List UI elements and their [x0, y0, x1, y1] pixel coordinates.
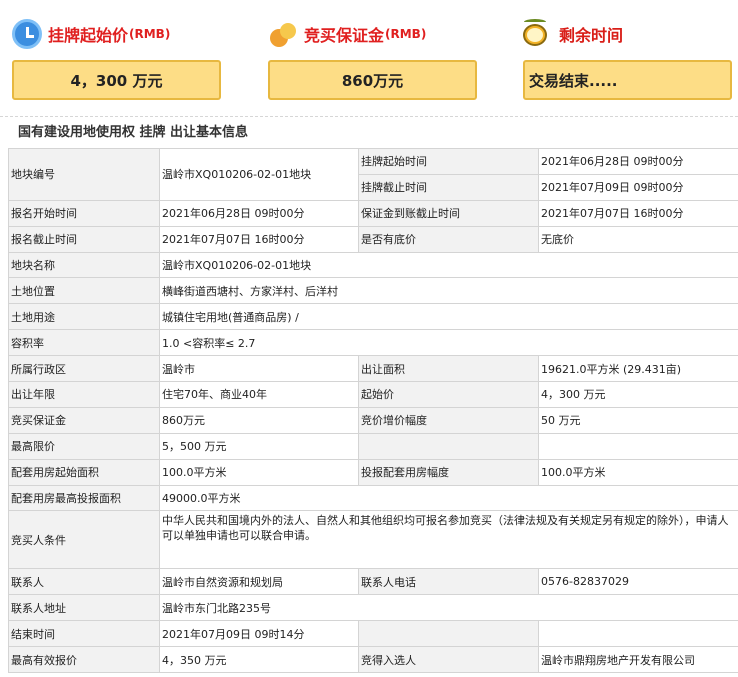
table-row: 容积率 1.0 <容积率≤ 2.7	[8, 329, 738, 357]
table-key: 投报配套用房幅度	[358, 458, 539, 486]
table-value: 温岭市自然资源和规划局	[159, 568, 359, 596]
table-key: 土地位置	[8, 277, 160, 305]
table-value: 温岭市东门北路235号	[159, 594, 738, 622]
table-key: 出让年限	[8, 381, 160, 408]
table-value: 0576-82837029	[538, 568, 738, 596]
table-value: 横峰街道西塘村、方家洋村、后洋村	[159, 277, 738, 305]
table-row: 报名截止时间 2021年07月07日 16时00分 是否有底价 无底价	[8, 225, 738, 253]
table-key: 联系人电话	[358, 568, 539, 596]
table-value: 温岭市XQ010206-02-01地块	[159, 148, 359, 201]
table-row: 出让年限 住宅70年、商业40年 起始价 4，300 万元	[8, 381, 738, 408]
table-key: 结束时间	[8, 620, 160, 648]
table-value: 100.0平方米	[159, 458, 359, 486]
table-key: 土地用途	[8, 303, 160, 331]
alarm-clock-icon	[523, 19, 553, 49]
info-table: 地块编号 温岭市XQ010206-02-01地块 挂牌起始时间 2021年06月…	[8, 148, 738, 674]
table-row: 地块名称 温岭市XQ010206-02-01地块	[8, 251, 738, 279]
remaining-time-value: 交易结束.....	[523, 60, 732, 100]
table-row: 竞买人条件 中华人民共和国境内外的法人、自然人和其他组织均可报名参加竞买（法律法…	[8, 510, 738, 570]
table-row: 竞买保证金 860万元 竞价增价幅度 50 万元	[8, 406, 738, 434]
table-key: 地块名称	[8, 251, 160, 279]
table-value: 2021年06月28日 09时00分	[159, 199, 359, 227]
table-value-empty	[538, 432, 738, 460]
table-value: 4，300 万元	[538, 381, 738, 408]
deposit-label: 竞买保证金	[304, 26, 385, 45]
clock-icon	[12, 19, 42, 49]
table-row: 结束时间 2021年07月09日 09时14分	[8, 620, 738, 648]
table-key-empty	[358, 620, 539, 648]
table-value: 城镇住宅用地(普通商品房) /	[159, 303, 738, 331]
table-row: 所属行政区 温岭市 出让面积 19621.0平方米 (29.431亩)	[8, 355, 738, 383]
table-row: 联系人 温岭市自然资源和规划局 联系人电话 0576-82837029	[8, 568, 738, 596]
table-key: 竞买保证金	[8, 406, 160, 434]
table-key: 挂牌截止时间	[358, 173, 539, 201]
table-value: 4，350 万元	[159, 646, 359, 674]
table-key: 竞得入选人	[358, 646, 539, 674]
table-value: 2021年07月09日 09时00分	[538, 173, 738, 201]
table-key: 起始价	[358, 381, 539, 408]
table-key: 最高限价	[8, 432, 160, 460]
table-key: 联系人	[8, 568, 160, 596]
start-price-value: 4，300 万元	[12, 60, 221, 100]
remaining-time-label: 剩余时间	[559, 26, 624, 45]
table-key: 保证金到账截止时间	[358, 199, 539, 227]
table-row: 联系人地址 温岭市东门北路235号	[8, 594, 738, 622]
handshake-icon	[268, 19, 298, 49]
table-value: 2021年06月28日 09时00分	[538, 148, 738, 175]
section-title: 国有建设用地使用权 挂牌 出让基本信息	[0, 116, 738, 142]
table-value: 温岭市	[159, 355, 359, 383]
table-key: 地块编号	[8, 148, 160, 201]
table-row: 配套用房最高投报面积 49000.0平方米	[8, 484, 738, 512]
table-value: 2021年07月09日 09时14分	[159, 620, 359, 648]
deposit-unit: (RMB)	[385, 27, 427, 41]
table-value: 100.0平方米	[538, 458, 738, 486]
table-row: 最高有效报价 4，350 万元 竞得入选人 温岭市鼎翔房地产开发有限公司	[8, 646, 738, 674]
table-key: 挂牌起始时间	[358, 148, 539, 175]
table-value: 19621.0平方米 (29.431亩)	[538, 355, 738, 383]
table-key: 报名开始时间	[8, 199, 160, 227]
summary-panel: 挂牌起始价 (RMB) 4，300 万元 竞买保证金 (RMB) 860万元 剩…	[0, 0, 738, 104]
table-value: 1.0 <容积率≤ 2.7	[159, 329, 738, 357]
deposit-header: 竞买保证金 (RMB)	[268, 17, 426, 51]
remaining-time-header: 剩余时间	[523, 17, 623, 51]
table-value: 50 万元	[538, 406, 738, 434]
table-key: 所属行政区	[8, 355, 160, 383]
table-key: 配套用房起始面积	[8, 458, 160, 486]
table-key: 出让面积	[358, 355, 539, 383]
table-row: 地块编号 温岭市XQ010206-02-01地块 挂牌起始时间 2021年06月…	[8, 148, 738, 201]
start-price-label: 挂牌起始价	[48, 26, 129, 45]
table-key: 竞价增价幅度	[358, 406, 539, 434]
table-value: 中华人民共和国境内外的法人、自然人和其他组织均可报名参加竞买（法律法规及有关规定…	[159, 510, 738, 570]
table-value-empty	[538, 620, 738, 648]
table-key: 容积率	[8, 329, 160, 357]
table-value: 无底价	[538, 225, 738, 253]
table-row: 报名开始时间 2021年06月28日 09时00分 保证金到账截止时间 2021…	[8, 199, 738, 227]
table-value: 860万元	[159, 406, 359, 434]
table-key: 竞买人条件	[8, 510, 160, 570]
table-value: 住宅70年、商业40年	[159, 381, 359, 408]
table-value: 49000.0平方米	[159, 484, 738, 512]
table-value: 2021年07月07日 16时00分	[538, 199, 738, 227]
start-price-header: 挂牌起始价 (RMB)	[12, 17, 170, 51]
table-key: 是否有底价	[358, 225, 539, 253]
table-row: 土地位置 横峰街道西塘村、方家洋村、后洋村	[8, 277, 738, 305]
table-row: 配套用房起始面积 100.0平方米 投报配套用房幅度 100.0平方米	[8, 458, 738, 486]
table-key-empty	[358, 432, 539, 460]
start-price-unit: (RMB)	[129, 27, 171, 41]
table-row: 最高限价 5，500 万元	[8, 432, 738, 460]
table-row: 土地用途 城镇住宅用地(普通商品房) /	[8, 303, 738, 331]
table-value: 2021年07月07日 16时00分	[159, 225, 359, 253]
table-key: 报名截止时间	[8, 225, 160, 253]
table-key: 最高有效报价	[8, 646, 160, 674]
table-value: 5，500 万元	[159, 432, 359, 460]
table-value: 温岭市XQ010206-02-01地块	[159, 251, 738, 279]
table-key: 配套用房最高投报面积	[8, 484, 160, 512]
deposit-value: 860万元	[268, 60, 477, 100]
table-value: 温岭市鼎翔房地产开发有限公司	[538, 646, 738, 674]
table-key: 联系人地址	[8, 594, 160, 622]
